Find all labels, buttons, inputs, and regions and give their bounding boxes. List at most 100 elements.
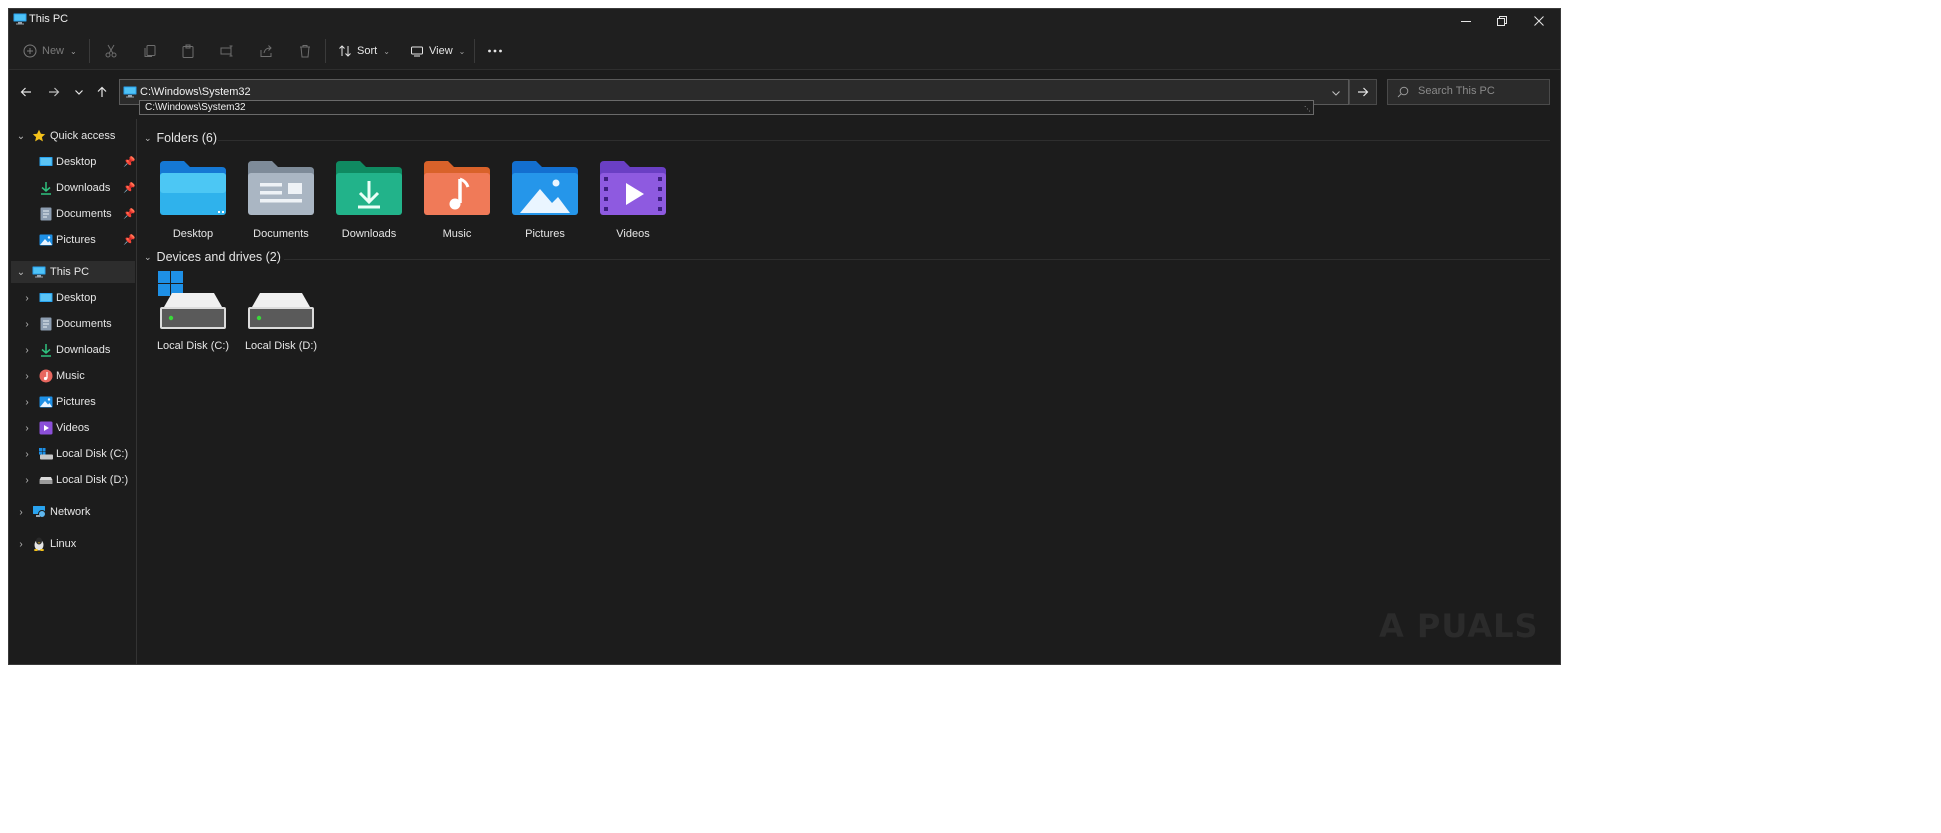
linux-penguin-icon	[32, 537, 46, 551]
group-divider	[284, 259, 1550, 260]
more-options-button[interactable]	[487, 39, 503, 63]
sidebar-item-pc-documents[interactable]: › Documents	[11, 313, 135, 335]
close-icon	[1534, 16, 1544, 26]
chevron-down-icon[interactable]: ⌄	[15, 131, 27, 142]
view-button[interactable]: View ⌄	[410, 39, 465, 63]
content-area: ⌄ Folders (6) Desktop Documents Download…	[138, 119, 1560, 664]
chevron-right-icon[interactable]: ›	[15, 539, 27, 550]
up-button[interactable]	[91, 81, 113, 103]
folder-tile-downloads[interactable]: Downloads	[328, 159, 410, 265]
folder-tile-label: Pictures	[525, 228, 565, 240]
toolbar-divider	[474, 39, 475, 63]
sidebar-item-pc-videos[interactable]: › Videos	[11, 417, 135, 439]
folder-tile-videos[interactable]: Videos	[592, 159, 674, 265]
sidebar-item-label: Videos	[56, 422, 90, 434]
sidebar-item-local-disk-c[interactable]: › Local Disk (C:)	[11, 443, 135, 465]
sidebar-item-quick-access[interactable]: ⌄ Quick access	[11, 125, 135, 147]
folder-tile-music[interactable]: Music	[416, 159, 498, 265]
network-icon	[32, 505, 46, 519]
sidebar-item-linux[interactable]: › Linux	[11, 533, 135, 555]
search-icon	[1397, 86, 1409, 98]
sidebar-item-desktop[interactable]: Desktop 📌	[11, 151, 135, 173]
music-folder-icon	[424, 161, 490, 215]
drive-icon	[248, 293, 314, 329]
delete-icon	[300, 45, 310, 58]
command-bar: New ⌄ Sort ⌄ View ⌄	[9, 33, 1560, 70]
sort-button[interactable]: Sort ⌄	[338, 39, 390, 63]
forward-button[interactable]	[43, 81, 65, 103]
search-box[interactable]	[1387, 79, 1550, 105]
chevron-down-icon[interactable]: ⌄	[15, 267, 27, 278]
chevron-right-icon[interactable]: ›	[21, 319, 33, 330]
chevron-right-icon[interactable]: ›	[15, 507, 27, 518]
share-button[interactable]	[259, 39, 273, 63]
folders-group-header[interactable]: ⌄ Folders (6)	[144, 131, 217, 145]
drives-group-header[interactable]: ⌄ Devices and drives (2)	[144, 250, 281, 264]
paste-button[interactable]	[181, 39, 195, 63]
restore-button[interactable]	[1484, 9, 1520, 33]
download-icon	[39, 181, 53, 195]
chevron-down-icon[interactable]: ⌄	[144, 252, 152, 263]
chevron-right-icon[interactable]: ›	[21, 475, 33, 486]
chevron-down-icon: ⌄	[70, 46, 77, 56]
sidebar-item-label: Music	[56, 370, 85, 382]
drive-tile-d[interactable]: Local Disk (D:)	[240, 271, 322, 367]
window-title: This PC	[29, 13, 69, 25]
cut-icon	[105, 44, 117, 58]
sort-button-label: Sort	[357, 45, 378, 57]
new-button[interactable]: New ⌄	[23, 39, 77, 63]
sidebar-item-downloads[interactable]: Downloads 📌	[11, 177, 135, 199]
pin-icon: 📌	[123, 208, 136, 220]
pin-icon: 📌	[123, 182, 136, 194]
copy-button[interactable]	[143, 39, 157, 63]
plus-circle-icon	[23, 44, 37, 58]
sidebar-item-network[interactable]: › Network	[11, 501, 135, 523]
recent-locations-button[interactable]	[68, 81, 90, 103]
sidebar-item-pc-desktop[interactable]: › Desktop	[11, 287, 135, 309]
cut-button[interactable]	[104, 39, 118, 63]
autocomplete-suggestion[interactable]: C:\Windows\System32	[145, 102, 246, 113]
address-history-button[interactable]	[1323, 80, 1349, 106]
minimize-button[interactable]	[1448, 9, 1484, 33]
sidebar-item-pc-music[interactable]: › Music	[11, 365, 135, 387]
sort-icon	[339, 45, 351, 57]
rename-icon	[220, 45, 233, 57]
chevron-right-icon[interactable]: ›	[21, 397, 33, 408]
drive-tile-label: Local Disk (C:)	[156, 340, 230, 352]
chevron-right-icon[interactable]: ›	[21, 293, 33, 304]
title-bar[interactable]: This PC	[9, 9, 1560, 33]
chevron-right-icon[interactable]: ›	[21, 345, 33, 356]
sidebar-item-label: This PC	[50, 266, 90, 278]
chevron-right-icon[interactable]: ›	[21, 423, 33, 434]
delete-button[interactable]	[298, 39, 312, 63]
resize-grip-icon[interactable]: ⋱	[1304, 105, 1311, 113]
sidebar-item-documents[interactable]: Documents 📌	[11, 203, 135, 225]
sidebar-item-local-disk-d[interactable]: › Local Disk (D:)	[11, 469, 135, 491]
chevron-down-icon	[75, 90, 83, 95]
address-input[interactable]	[140, 84, 1320, 100]
rename-button[interactable]	[220, 39, 234, 63]
drive-tile-c[interactable]: Local Disk (C:)	[152, 271, 234, 367]
more-icon	[488, 49, 502, 53]
minimize-icon	[1461, 21, 1471, 22]
chevron-down-icon[interactable]: ⌄	[144, 133, 152, 144]
watermark-logo: A PUALS	[1379, 607, 1539, 645]
go-button[interactable]	[1349, 79, 1377, 105]
chevron-down-icon: ⌄	[383, 46, 390, 56]
drives-group-title: Devices and drives (2)	[156, 250, 281, 264]
search-input[interactable]	[1418, 85, 1546, 97]
system-drive-icon	[39, 447, 53, 461]
chevron-right-icon[interactable]: ›	[21, 449, 33, 460]
sidebar-item-pictures[interactable]: Pictures 📌	[11, 229, 135, 251]
sidebar-item-pc-pictures[interactable]: › Pictures	[11, 391, 135, 413]
sidebar-item-label: Downloads	[56, 182, 111, 194]
navigation-pane: ⌄ Quick access Desktop 📌 Downloads 📌 Doc…	[9, 119, 137, 664]
back-button[interactable]	[15, 81, 37, 103]
chevron-right-icon[interactable]: ›	[21, 371, 33, 382]
sidebar-item-this-pc[interactable]: ⌄ This PC	[11, 261, 135, 283]
folder-tile-pictures[interactable]: Pictures	[504, 159, 586, 265]
sidebar-item-pc-downloads[interactable]: › Downloads	[11, 339, 135, 361]
sidebar-item-label: Local Disk (C:)	[56, 448, 129, 460]
close-button[interactable]	[1521, 9, 1557, 33]
sidebar-item-label: Network	[50, 506, 91, 518]
